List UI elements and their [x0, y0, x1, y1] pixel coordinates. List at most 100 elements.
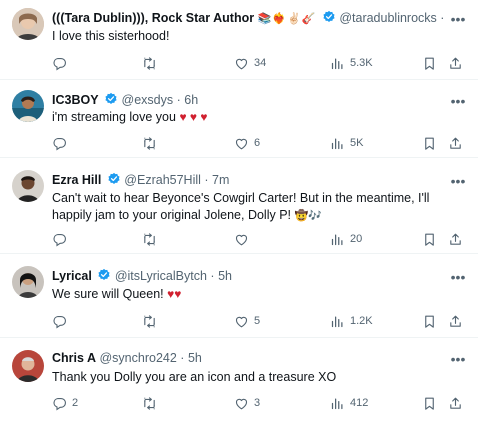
avatar[interactable]: [12, 170, 44, 202]
separator-dot: ·: [210, 269, 215, 283]
tweet-text: We sure will Queen! ♥♥: [52, 286, 458, 303]
retweet-icon: [142, 314, 157, 329]
reply-icon: [52, 56, 67, 71]
verified-badge-icon: [97, 268, 111, 282]
tweet[interactable]: (((Tara Dublin))), Rock Star Author 📚❤️‍…: [0, 0, 478, 80]
author-name[interactable]: (((Tara Dublin))), Rock Star Author: [52, 11, 254, 25]
views-button[interactable]: 412: [330, 394, 368, 412]
heart-emojis: ♥♥: [167, 287, 182, 301]
name-emojis: 📚❤️‍🔥✌🏻🎸: [257, 13, 317, 25]
timestamp[interactable]: 6h: [184, 93, 198, 107]
avatar[interactable]: [12, 350, 44, 382]
share-button[interactable]: [448, 54, 463, 72]
author-name[interactable]: Ezra Hill: [52, 173, 101, 187]
tweet-text: Can't wait to hear Beyonce's Cowgirl Car…: [52, 190, 458, 225]
tweet-header: Lyrical @itsLyricalBytch · 5h: [52, 268, 444, 284]
bookmark-icon: [422, 136, 437, 151]
heart-emojis: ♥ ♥ ♥: [179, 110, 208, 124]
separator-dot: ·: [180, 351, 185, 365]
views-button[interactable]: 5.3K: [330, 54, 373, 72]
like-button[interactable]: [234, 230, 254, 248]
reply-icon: [52, 396, 67, 411]
share-icon: [448, 396, 463, 411]
tweet-text-line: happily jam to your original Jolene, Dol…: [52, 207, 458, 225]
avatar[interactable]: [12, 90, 44, 122]
like-count: 3: [254, 397, 261, 409]
tweet-header: Chris A @synchro242 · 5h: [52, 350, 444, 366]
retweet-button[interactable]: [142, 394, 162, 412]
author-name[interactable]: IC3BOY: [52, 93, 99, 107]
tweet-text: I love this sisterhood!: [52, 29, 170, 43]
retweet-button[interactable]: [142, 54, 162, 72]
tweet-text-content: happily jam to your original Jolene, Dol…: [52, 208, 292, 222]
view-count: 412: [350, 397, 369, 409]
views-button[interactable]: 20: [330, 230, 362, 248]
like-button[interactable]: 6: [234, 134, 260, 152]
reply-icon: [52, 232, 67, 247]
reply-count: 2: [72, 397, 79, 409]
avatar[interactable]: [12, 8, 44, 40]
reply-button[interactable]: [52, 134, 72, 152]
author-name[interactable]: Chris A: [52, 351, 96, 365]
bookmark-button[interactable]: [422, 54, 437, 72]
bookmark-button[interactable]: [422, 134, 437, 152]
like-count: 6: [254, 137, 261, 149]
bookmark-icon: [422, 396, 437, 411]
tweet[interactable]: Chris A @synchro242 · 5h ••• Thank you D…: [0, 338, 478, 421]
view-count: 20: [350, 233, 363, 245]
timestamp[interactable]: 5h: [218, 269, 232, 283]
views-button[interactable]: 5K: [330, 134, 363, 152]
like-button[interactable]: 3: [234, 394, 260, 412]
timestamp[interactable]: 5h: [188, 351, 202, 365]
retweet-icon: [142, 396, 157, 411]
views-icon: [330, 396, 345, 411]
views-icon: [330, 136, 345, 151]
retweet-icon: [142, 232, 157, 247]
reply-button[interactable]: [52, 230, 72, 248]
like-button[interactable]: 34: [234, 54, 266, 72]
more-options-icon[interactable]: •••: [450, 352, 466, 370]
tweet-text-content: We sure will Queen!: [52, 287, 164, 301]
share-icon: [448, 314, 463, 329]
share-button[interactable]: [448, 394, 463, 412]
tweet[interactable]: Lyrical @itsLyricalBytch · 5h ••• We sur…: [0, 254, 478, 338]
reply-button[interactable]: 2: [52, 394, 78, 412]
timestamp[interactable]: 7m: [212, 173, 229, 187]
retweet-button[interactable]: [142, 230, 162, 248]
like-count: 34: [254, 57, 267, 69]
bookmark-button[interactable]: [422, 230, 437, 248]
view-count: 5K: [350, 137, 364, 149]
reply-icon: [52, 314, 67, 329]
tweet-actions: 5 1.2K: [52, 312, 468, 330]
author-handle[interactable]: @itsLyricalBytch: [115, 269, 207, 283]
tweet[interactable]: IC3BOY @exsdys · 6h ••• i'm streaming lo…: [0, 80, 478, 158]
author-handle[interactable]: @taradublinrocks: [339, 11, 436, 25]
tweet-actions: 6 5K: [52, 134, 468, 152]
bookmark-button[interactable]: [422, 394, 437, 412]
share-icon: [448, 136, 463, 151]
retweet-button[interactable]: [142, 134, 162, 152]
author-handle[interactable]: @exsdys: [122, 93, 174, 107]
reply-icon: [52, 136, 67, 151]
retweet-button[interactable]: [142, 312, 162, 330]
like-icon: [234, 136, 249, 151]
author-handle[interactable]: @synchro242: [99, 351, 176, 365]
author-name[interactable]: Lyrical: [52, 269, 92, 283]
share-button[interactable]: [448, 230, 463, 248]
tweet[interactable]: Ezra Hill @Ezrah57Hill · 7m ••• Can't wa…: [0, 158, 478, 254]
views-button[interactable]: 1.2K: [330, 312, 373, 330]
reply-button[interactable]: [52, 54, 72, 72]
reply-button[interactable]: [52, 312, 72, 330]
like-icon: [234, 314, 249, 329]
share-button[interactable]: [448, 134, 463, 152]
author-handle[interactable]: @Ezrah57Hill: [124, 173, 201, 187]
views-icon: [330, 314, 345, 329]
share-icon: [448, 232, 463, 247]
bookmark-icon: [422, 232, 437, 247]
like-button[interactable]: 5: [234, 312, 260, 330]
bookmark-button[interactable]: [422, 312, 437, 330]
avatar[interactable]: [12, 266, 44, 298]
like-icon: [234, 396, 249, 411]
share-icon: [448, 56, 463, 71]
share-button[interactable]: [448, 312, 463, 330]
